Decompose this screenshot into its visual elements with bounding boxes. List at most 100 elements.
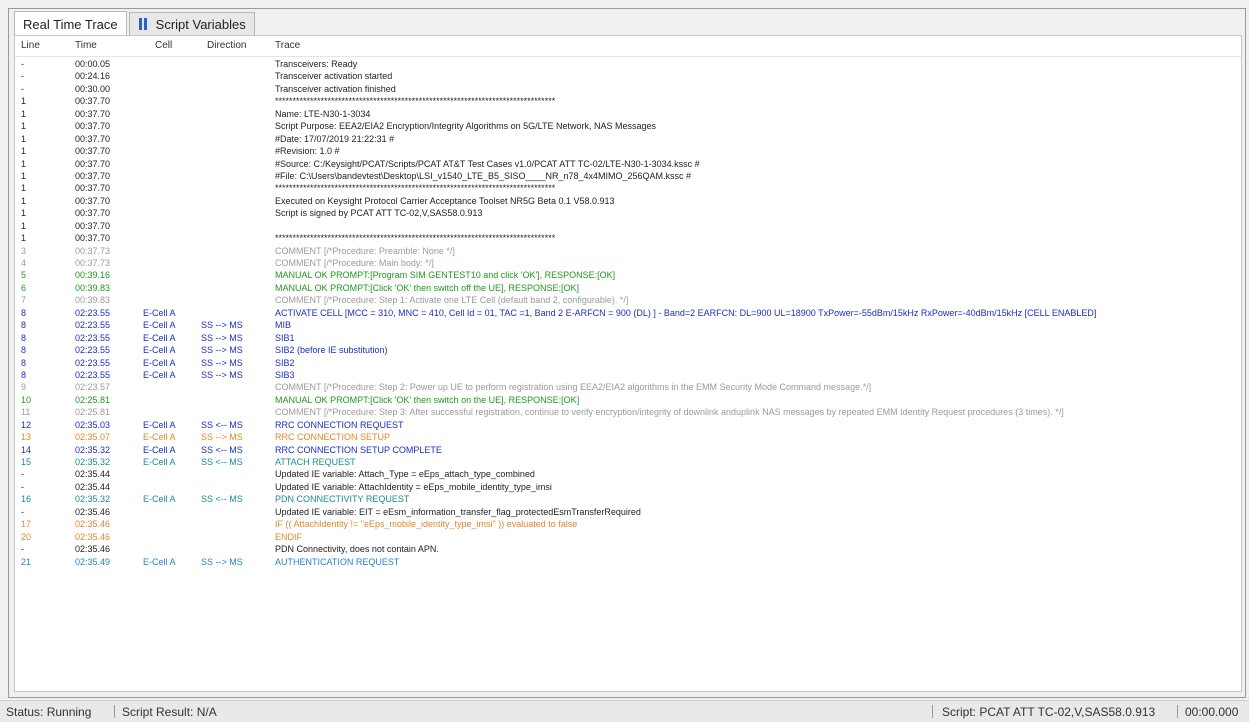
line-cell: 15 (21, 457, 32, 467)
tab-script-variables[interactable]: Script Variables (128, 12, 255, 35)
table-row[interactable]: 8 02:23.55 E-Cell A SS --> MS SIB1 (15, 332, 1241, 344)
table-row[interactable]: 1 00:37.70 *******************************… (15, 232, 1241, 244)
cell-name-cell: E-Cell A (143, 432, 176, 443)
time-cell: 02:35.46 (75, 506, 111, 517)
line-cell: 3 (21, 245, 27, 256)
cell-name-cell: E-Cell A (143, 320, 176, 331)
table-row[interactable]: 10 02:25.81 MANUAL OK PROMPT:[Click 'OK' t… (15, 394, 1241, 406)
time-cell: 00:37.73 (75, 258, 111, 268)
line-cell: 1 (21, 170, 27, 181)
line-cell: 8 (21, 332, 27, 343)
table-row[interactable]: 1 00:37.70 #Source: C:/Keysight/PCAT/Scrip… (15, 158, 1241, 170)
trace-cell: Updated IE variable: EIT = eEsm_informat… (275, 506, 641, 517)
line-cell: 8 (21, 320, 27, 331)
trace-cell: Transceivers: Ready (275, 59, 358, 69)
table-row[interactable]: - 02:35.44 Updated IE variable: AttachIden… (15, 481, 1241, 493)
table-row[interactable]: 1 00:37.70 #Date: 17/07/2019 21:22:31 # (15, 133, 1241, 145)
table-row[interactable]: 11 02:25.81 COMMENT [/*Procedure: Step 3: … (15, 406, 1241, 418)
time-cell: 02:35.46 (75, 519, 111, 530)
table-row[interactable]: - 00:30.00 Transceiver activation finished (15, 83, 1241, 95)
table-row[interactable]: 9 02:23.57 COMMENT [/*Procedure: Step 2: P… (15, 381, 1241, 393)
column-header-direction[interactable]: Direction (207, 40, 246, 51)
table-row[interactable]: - 02:35.46 Updated IE variable: EIT = eEsm… (15, 506, 1241, 518)
column-header-line[interactable]: Line (21, 40, 40, 51)
time-cell: 02:23.55 (75, 320, 111, 331)
cell-name-cell: E-Cell A (143, 307, 176, 318)
column-header-trace[interactable]: Trace (275, 40, 300, 51)
trace-cell: Name: LTE-N30-1-3034 (275, 108, 371, 119)
time-cell: 02:35.46 (75, 531, 111, 542)
trace-cell: SIB3 (275, 369, 295, 380)
table-row[interactable]: 8 02:23.55 E-Cell A SS --> MS SIB2 (before I… (15, 344, 1241, 356)
table-row[interactable]: 6 00:39.83 MANUAL OK PROMPT:[Click 'OK' th… (15, 282, 1241, 294)
table-row[interactable]: 7 00:39.83 COMMENT [/*Procedure: Step 1: A… (15, 294, 1241, 306)
time-cell: 00:37.70 (75, 233, 111, 244)
time-cell: 02:23.55 (75, 345, 111, 356)
line-cell: 8 (21, 307, 27, 318)
table-row[interactable]: 3 00:37.73 COMMENT [/*Procedure: Preamble:… (15, 245, 1241, 257)
time-cell: 02:35.46 (75, 544, 111, 555)
trace-cell: Executed on Keysight Protocol Carrier Ac… (275, 195, 615, 206)
line-cell: 1 (21, 233, 27, 244)
time-cell: 00:37.70 (75, 158, 111, 169)
table-row[interactable]: 1 00:37.70 Script Purpose: EEA2/EIA2 Encry… (15, 120, 1241, 132)
table-row[interactable]: - 00:24.16 Transceiver activation started (15, 70, 1241, 82)
status-text: Status: Running (6, 705, 92, 719)
line-cell: - (21, 544, 24, 555)
trace-cell: ****************************************… (275, 183, 556, 194)
direction-cell: SS <-- MS (201, 419, 243, 430)
table-header: Line Time Cell Direction Trace (15, 36, 1241, 57)
table-row[interactable]: - 02:35.46 PDN Connectivity, does not cont… (15, 543, 1241, 555)
table-row[interactable]: 1 00:37.70 (15, 220, 1241, 232)
table-row[interactable]: 8 02:23.55 E-Cell A SS --> MS MIB (15, 319, 1241, 331)
direction-cell: SS --> MS (201, 320, 243, 331)
table-row[interactable]: - 00:00.05 Transceivers: Ready (15, 58, 1241, 70)
table-row[interactable]: 1 00:37.70 Executed on Keysight Protocol C… (15, 195, 1241, 207)
elapsed-time: 00:00.000 (1185, 705, 1239, 719)
table-row[interactable]: 4 00:37.73 COMMENT [/*Procedure: Main body… (15, 257, 1241, 269)
table-row[interactable]: 5 00:39.16 MANUAL OK PROMPT:[Program SIM G… (15, 269, 1241, 281)
column-header-cell[interactable]: Cell (155, 40, 172, 51)
trace-cell: #File: C:\Users\bandevtest\Desktop\LSI_v… (275, 170, 692, 181)
table-row[interactable]: 1 00:37.70 #Revision: 1.0 # (15, 145, 1241, 157)
line-cell: 8 (21, 357, 27, 368)
table-row[interactable]: 12 02:35.03 E-Cell A SS <-- MS RRC CONNECTIO… (15, 419, 1241, 431)
trace-cell: ATTACH REQUEST (275, 457, 356, 467)
trace-cell: RRC CONNECTION REQUEST (275, 419, 404, 430)
table-row[interactable]: 1 00:37.70 *******************************… (15, 95, 1241, 107)
table-row[interactable]: 8 02:23.55 E-Cell A SS --> MS SIB2 (15, 357, 1241, 369)
trace-cell: Script is signed by PCAT ATT TC-02,V,SAS… (275, 208, 483, 219)
table-row[interactable]: 8 02:23.55 E-Cell A SS --> MS SIB3 (15, 369, 1241, 381)
table-row[interactable]: 13 02:35.07 E-Cell A SS --> MS RRC CONNECTIO… (15, 431, 1241, 443)
table-row[interactable]: - 02:35.44 Updated IE variable: Attach_Typ… (15, 468, 1241, 480)
table-row[interactable]: 8 02:23.55 E-Cell A ACTIVATE CELL [MCC = 31… (15, 307, 1241, 319)
time-cell: 02:35.32 (75, 444, 111, 455)
time-cell: 00:37.70 (75, 220, 111, 231)
time-cell: 02:25.81 (75, 407, 111, 418)
cell-name-cell: E-Cell A (143, 357, 176, 368)
trace-cell: #Revision: 1.0 # (275, 146, 340, 157)
line-cell: 9 (21, 382, 27, 393)
trace-cell: SIB2 (before IE substitution) (275, 345, 388, 356)
column-header-time[interactable]: Time (75, 40, 97, 51)
table-row[interactable]: 17 02:35.46 IF (( AttachIdentity != "eEps_… (15, 518, 1241, 530)
trace-cell: #Source: C:/Keysight/PCAT/Scripts/PCAT A… (275, 158, 700, 169)
trace-cell: SIB2 (275, 357, 295, 368)
script-result: Script Result: N/A (122, 705, 217, 719)
direction-cell: SS --> MS (201, 369, 243, 380)
table-row[interactable]: 1 00:37.70 #File: C:\Users\bandevtest\Desk… (15, 170, 1241, 182)
table-row[interactable]: 14 02:35.32 E-Cell A SS <-- MS RRC CONNECTIO… (15, 444, 1241, 456)
table-row[interactable]: 15 02:35.32 E-Cell A SS <-- MS ATTACH REQUES… (15, 456, 1241, 468)
table-row[interactable]: 16 02:35.32 E-Cell A SS <-- MS PDN CONNECTIV… (15, 493, 1241, 505)
table-row[interactable]: 21 02:35.49 E-Cell A SS --> MS AUTHENTICATIO… (15, 556, 1241, 568)
line-cell: 1 (21, 96, 27, 107)
table-row[interactable]: 1 00:37.70 Script is signed by PCAT ATT TC… (15, 207, 1241, 219)
trace-cell: ACTIVATE CELL [MCC = 310, MNC = 410, Cel… (275, 307, 1097, 318)
time-cell: 00:30.00 (75, 83, 111, 94)
trace-cell: ****************************************… (275, 96, 556, 107)
trace-cell: Updated IE variable: AttachIdentity = eE… (275, 481, 552, 492)
table-row[interactable]: 20 02:35.46 ENDIF (15, 531, 1241, 543)
table-row[interactable]: 1 00:37.70 Name: LTE-N30-1-3034 (15, 108, 1241, 120)
tab-real-time-trace[interactable]: Real Time Trace (14, 11, 127, 36)
table-row[interactable]: 1 00:37.70 *******************************… (15, 182, 1241, 194)
